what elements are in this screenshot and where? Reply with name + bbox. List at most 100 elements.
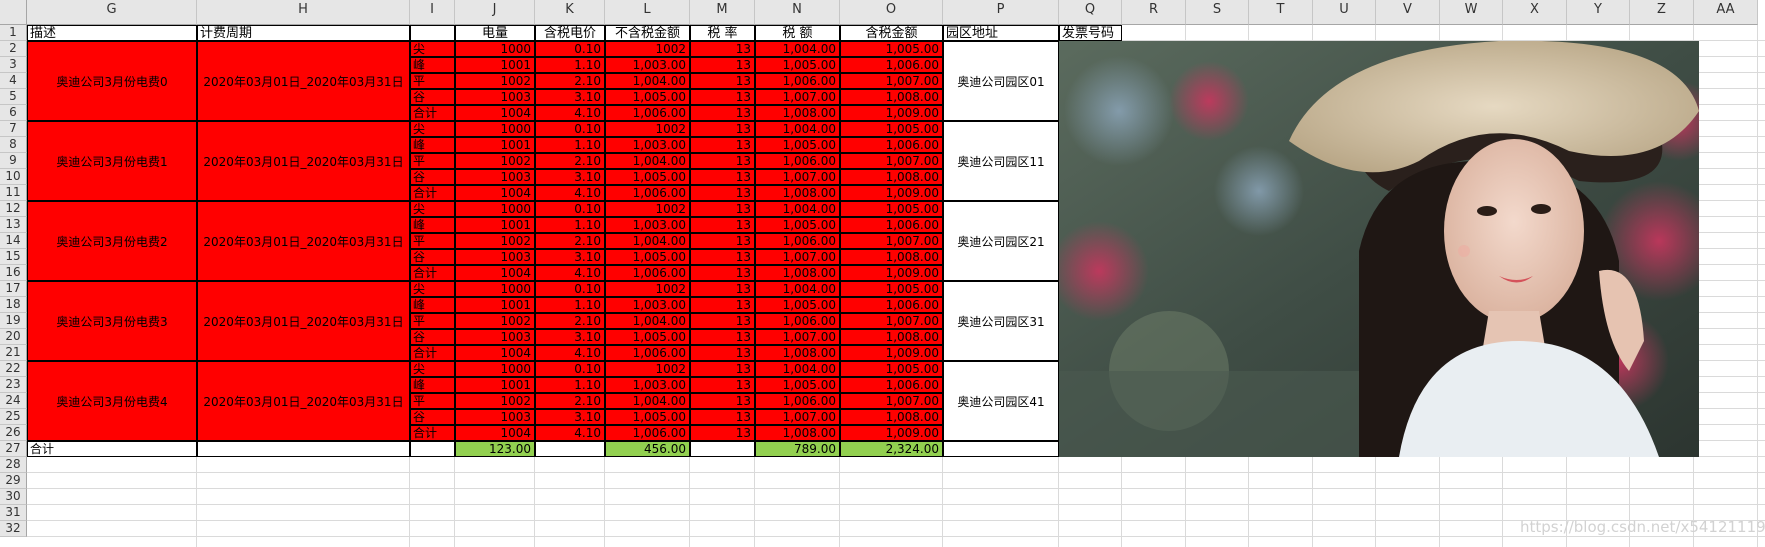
- amount-ex-tax-cell[interactable]: 1,003.00: [605, 217, 690, 233]
- tax-amount-cell[interactable]: 1,008.00: [755, 105, 840, 121]
- amount-inc-tax-cell[interactable]: 1,005.00: [840, 281, 943, 297]
- amount-ex-tax-cell[interactable]: 1,004.00: [605, 153, 690, 169]
- header-cell[interactable]: 税 额: [755, 25, 840, 41]
- billing-period-cell[interactable]: 2020年03月01日_2020年03月31日: [197, 121, 410, 201]
- unit-price-cell[interactable]: 3.10: [535, 249, 605, 265]
- header-cell[interactable]: 计费周期: [197, 25, 410, 41]
- tax-amount-cell[interactable]: 1,007.00: [755, 409, 840, 425]
- unit-price-cell[interactable]: 3.10: [535, 409, 605, 425]
- column-header[interactable]: V: [1376, 0, 1440, 25]
- tax-rate-cell[interactable]: 13: [690, 217, 755, 233]
- park-address-cell[interactable]: 奥迪公司园区41: [943, 361, 1059, 441]
- tax-rate-cell[interactable]: 13: [690, 393, 755, 409]
- row-header[interactable]: 15: [0, 249, 27, 265]
- energy-cell[interactable]: 1004: [455, 185, 535, 201]
- energy-cell[interactable]: 1001: [455, 217, 535, 233]
- period-type-cell[interactable]: 平: [410, 233, 455, 249]
- tax-rate-cell[interactable]: 13: [690, 409, 755, 425]
- amount-ex-tax-cell[interactable]: 1,003.00: [605, 297, 690, 313]
- amount-ex-tax-cell[interactable]: 1,006.00: [605, 425, 690, 441]
- period-type-cell[interactable]: 尖: [410, 281, 455, 297]
- amount-ex-tax-cell[interactable]: 1,005.00: [605, 169, 690, 185]
- period-type-cell[interactable]: 谷: [410, 89, 455, 105]
- billing-period-cell[interactable]: 2020年03月01日_2020年03月31日: [197, 201, 410, 281]
- amount-ex-tax-cell[interactable]: 1002: [605, 121, 690, 137]
- tax-amount-cell[interactable]: 1,007.00: [755, 249, 840, 265]
- tax-rate-cell[interactable]: 13: [690, 89, 755, 105]
- tax-rate-cell[interactable]: 13: [690, 105, 755, 121]
- tax-amount-cell[interactable]: 1,007.00: [755, 89, 840, 105]
- column-header[interactable]: N: [755, 0, 840, 25]
- unit-price-cell[interactable]: 3.10: [535, 329, 605, 345]
- row-header[interactable]: 2: [0, 41, 27, 57]
- tax-rate-cell[interactable]: 13: [690, 249, 755, 265]
- unit-price-cell[interactable]: 2.10: [535, 153, 605, 169]
- unit-price-cell[interactable]: 4.10: [535, 425, 605, 441]
- energy-cell[interactable]: 1001: [455, 137, 535, 153]
- tax-rate-cell[interactable]: 13: [690, 233, 755, 249]
- amount-inc-tax-cell[interactable]: 1,005.00: [840, 41, 943, 57]
- energy-cell[interactable]: 1002: [455, 393, 535, 409]
- row-header[interactable]: 6: [0, 105, 27, 121]
- description-cell[interactable]: 奥迪公司3月份电费0: [27, 41, 197, 121]
- tax-amount-cell[interactable]: 1,005.00: [755, 377, 840, 393]
- row-header[interactable]: 10: [0, 169, 27, 185]
- row-header[interactable]: 17: [0, 281, 27, 297]
- row-header[interactable]: 23: [0, 377, 27, 393]
- total-empty-cell[interactable]: [690, 441, 755, 457]
- column-header[interactable]: Y: [1567, 0, 1630, 25]
- amount-ex-tax-cell[interactable]: 1,005.00: [605, 249, 690, 265]
- amount-inc-tax-cell[interactable]: 1,006.00: [840, 377, 943, 393]
- select-all-corner[interactable]: [0, 0, 27, 25]
- amount-ex-tax-cell[interactable]: 1,004.00: [605, 233, 690, 249]
- header-cell[interactable]: 电量: [455, 25, 535, 41]
- column-header[interactable]: T: [1249, 0, 1313, 25]
- energy-cell[interactable]: 1004: [455, 345, 535, 361]
- amount-inc-tax-cell[interactable]: 1,008.00: [840, 329, 943, 345]
- tax-amount-cell[interactable]: 1,007.00: [755, 329, 840, 345]
- period-type-cell[interactable]: 谷: [410, 169, 455, 185]
- row-header[interactable]: 26: [0, 425, 27, 441]
- header-cell[interactable]: 描述: [27, 25, 197, 41]
- amount-inc-tax-cell[interactable]: 1,005.00: [840, 121, 943, 137]
- tax-rate-cell[interactable]: 13: [690, 201, 755, 217]
- energy-cell[interactable]: 1002: [455, 153, 535, 169]
- amount-ex-tax-cell[interactable]: 1002: [605, 281, 690, 297]
- tax-amount-cell[interactable]: 1,006.00: [755, 233, 840, 249]
- column-header[interactable]: X: [1503, 0, 1567, 25]
- energy-cell[interactable]: 1000: [455, 121, 535, 137]
- row-header[interactable]: 30: [0, 489, 27, 505]
- park-address-cell[interactable]: 奥迪公司园区01: [943, 41, 1059, 121]
- amount-inc-tax-cell[interactable]: 1,006.00: [840, 57, 943, 73]
- header-cell[interactable]: 含税金额: [840, 25, 943, 41]
- energy-cell[interactable]: 1000: [455, 281, 535, 297]
- tax-amount-cell[interactable]: 1,007.00: [755, 169, 840, 185]
- amount-ex-tax-cell[interactable]: 1,004.00: [605, 393, 690, 409]
- column-header[interactable]: H: [197, 0, 410, 25]
- tax-amount-cell[interactable]: 1,005.00: [755, 57, 840, 73]
- amount-inc-tax-cell[interactable]: 1,007.00: [840, 73, 943, 89]
- unit-price-cell[interactable]: 4.10: [535, 265, 605, 281]
- unit-price-cell[interactable]: 2.10: [535, 313, 605, 329]
- period-type-cell[interactable]: 谷: [410, 409, 455, 425]
- row-header[interactable]: 27: [0, 441, 27, 457]
- row-header[interactable]: 22: [0, 361, 27, 377]
- amount-ex-tax-cell[interactable]: 1,006.00: [605, 345, 690, 361]
- period-type-cell[interactable]: 合计: [410, 345, 455, 361]
- column-header[interactable]: J: [455, 0, 535, 25]
- tax-rate-cell[interactable]: 13: [690, 329, 755, 345]
- row-header[interactable]: 16: [0, 265, 27, 281]
- tax-amount-cell[interactable]: 1,008.00: [755, 425, 840, 441]
- amount-ex-tax-cell[interactable]: 1002: [605, 361, 690, 377]
- tax-rate-cell[interactable]: 13: [690, 153, 755, 169]
- tax-amount-cell[interactable]: 1,005.00: [755, 297, 840, 313]
- header-cell[interactable]: 园区地址: [943, 25, 1059, 41]
- row-header[interactable]: 28: [0, 457, 27, 473]
- tax-rate-cell[interactable]: 13: [690, 265, 755, 281]
- amount-inc-tax-cell[interactable]: 1,006.00: [840, 217, 943, 233]
- energy-cell[interactable]: 1003: [455, 249, 535, 265]
- unit-price-cell[interactable]: 1.10: [535, 297, 605, 313]
- amount-inc-tax-cell[interactable]: 1,009.00: [840, 185, 943, 201]
- column-header[interactable]: K: [535, 0, 605, 25]
- park-address-cell[interactable]: 奥迪公司园区31: [943, 281, 1059, 361]
